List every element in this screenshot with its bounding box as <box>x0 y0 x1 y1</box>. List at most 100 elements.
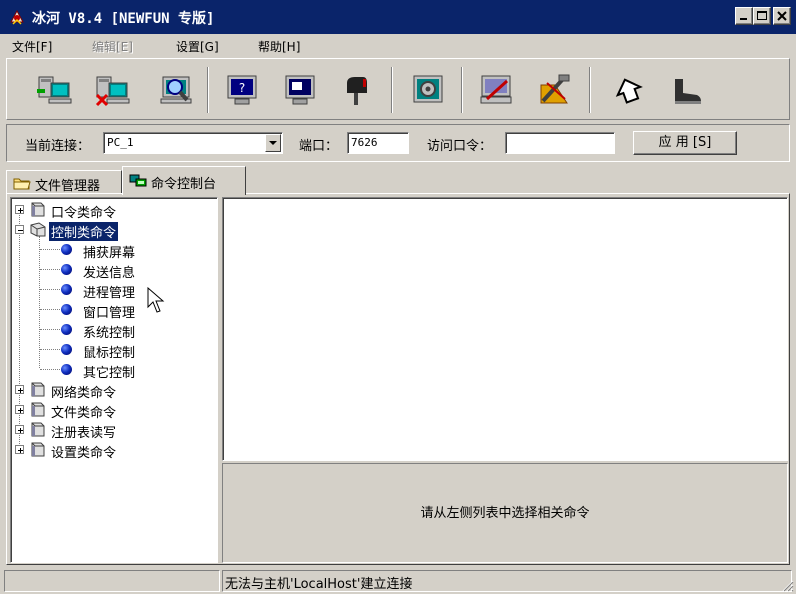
tree-item-process-manager[interactable]: 进程管理 <box>59 281 209 301</box>
mouse-cursor-icon <box>147 287 165 313</box>
toolbar-separator <box>207 67 209 113</box>
tree-node-password-commands[interactable]: 口令类命令 <box>15 201 215 221</box>
help-icon[interactable] <box>611 73 649 107</box>
tab-file-manager[interactable]: 文件管理器 <box>6 170 122 194</box>
server-config-icon[interactable] <box>477 73 515 107</box>
tree-label: 进程管理 <box>83 286 136 301</box>
status-panel-message: 无法与主机'LocalHost'建立连接 <box>222 570 792 592</box>
tree-node-registry[interactable]: 注册表读写 <box>15 421 215 441</box>
tree-connector <box>40 249 60 250</box>
menu-settings[interactable]: 设置[G] <box>176 38 219 55</box>
title-bar[interactable]: 冰河 V8.4 [NEWFUN 专版] <box>0 0 796 34</box>
screen-control-icon[interactable] <box>281 73 319 107</box>
app-icon <box>10 9 24 25</box>
menu-bar: 文件[F] 编辑[E] 设置[G] 帮助[H] <box>0 34 796 56</box>
bullet-icon <box>61 364 72 375</box>
menu-help[interactable]: 帮助[H] <box>258 38 300 55</box>
screen-capture-icon[interactable]: ? <box>223 73 261 107</box>
tree-item-send-message[interactable]: 发送信息 <box>59 261 209 281</box>
tree-label: 发送信息 <box>83 266 136 281</box>
bullet-icon <box>61 264 72 275</box>
bullet-icon <box>61 244 72 255</box>
minimize-icon <box>740 18 747 20</box>
open-book-folder-icon <box>30 222 46 237</box>
maximize-button[interactable] <box>753 7 771 25</box>
port-input[interactable]: 7626 <box>347 132 409 154</box>
tree-item-mouse-control[interactable]: 鼠标控制 <box>59 341 209 361</box>
tree-node-file-commands[interactable]: 文件类命令 <box>15 401 215 421</box>
tree-label: 窗口管理 <box>83 306 136 321</box>
tree-label: 控制类命令 <box>49 222 119 241</box>
tree-node-control-commands[interactable]: 控制类命令 <box>15 221 215 241</box>
status-message: 无法与主机'LocalHost'建立连接 <box>225 577 413 592</box>
host-value: PC_1 <box>107 136 134 149</box>
expand-icon[interactable] <box>15 445 24 454</box>
tree-node-settings-commands[interactable]: 设置类命令 <box>15 441 215 461</box>
tree-label: 鼠标控制 <box>83 346 136 361</box>
folder-icon <box>13 178 31 190</box>
add-host-icon[interactable] <box>35 73 73 107</box>
console-icon <box>129 174 147 187</box>
tab-command-console[interactable]: 命令控制台 <box>122 166 246 195</box>
tree-connector <box>40 349 60 350</box>
bullet-icon <box>61 284 72 295</box>
tree-label: 网络类命令 <box>51 386 117 401</box>
book-folder-icon <box>31 382 45 397</box>
tree-item-system-control[interactable]: 系统控制 <box>59 321 209 341</box>
apply-button[interactable]: 应 用 [S] <box>633 131 737 155</box>
menu-file[interactable]: 文件[F] <box>12 38 52 55</box>
bullet-icon <box>61 304 72 315</box>
password-input[interactable] <box>505 132 615 154</box>
expand-icon[interactable] <box>15 405 24 414</box>
tree-node-network-commands[interactable]: 网络类命令 <box>15 381 215 401</box>
tree-connector <box>40 289 60 290</box>
command-output-area[interactable] <box>222 197 788 461</box>
minimize-button[interactable] <box>735 7 753 25</box>
exit-icon[interactable] <box>667 73 705 107</box>
command-tree[interactable]: 口令类命令 控制类命令 捕获屏幕 发送信息 进程管理 窗口管理 系统控制 鼠标控… <box>10 197 218 563</box>
resize-grip-icon[interactable] <box>780 578 794 592</box>
tab-strip: 文件管理器 命令控制台 <box>6 166 790 195</box>
tree-connector <box>40 329 60 330</box>
close-icon <box>777 11 787 21</box>
settings-icon[interactable] <box>409 73 447 107</box>
tools-icon[interactable] <box>535 73 573 107</box>
tree-item-window-manager[interactable]: 窗口管理 <box>59 301 209 321</box>
tree-label: 注册表读写 <box>51 426 117 441</box>
expand-icon[interactable] <box>15 385 24 394</box>
hint-text: 请从左侧列表中选择相关命令 <box>420 506 590 521</box>
tab-label: 文件管理器 <box>35 179 101 194</box>
status-bar: 无法与主机'LocalHost'建立连接 <box>0 568 796 594</box>
svg-text:?: ? <box>239 81 245 95</box>
chevron-down-icon <box>269 141 277 145</box>
status-panel-left <box>4 570 220 592</box>
toolbar-separator <box>589 67 591 113</box>
expand-icon[interactable] <box>15 205 24 214</box>
close-button[interactable] <box>773 7 791 25</box>
password-label: 访问口令： <box>427 139 493 154</box>
tree-label: 其它控制 <box>83 366 136 381</box>
expand-icon[interactable] <box>15 425 24 434</box>
tab-label: 命令控制台 <box>151 177 217 192</box>
toolbar-separator <box>461 67 463 113</box>
search-host-icon[interactable] <box>157 73 195 107</box>
tree-item-capture-screen[interactable]: 捕获屏幕 <box>59 241 209 261</box>
bullet-icon <box>61 324 72 335</box>
tree-label: 设置类命令 <box>51 446 117 461</box>
tree-label: 口令类命令 <box>51 206 117 221</box>
tree-label: 系统控制 <box>83 326 136 341</box>
menu-edit[interactable]: 编辑[E] <box>92 38 133 55</box>
collapse-icon[interactable] <box>15 225 24 234</box>
host-dropdown-button[interactable] <box>265 134 281 152</box>
tree-item-other-control[interactable]: 其它控制 <box>59 361 209 381</box>
host-combo[interactable]: PC_1 <box>103 132 283 154</box>
tree-connector <box>40 309 60 310</box>
tree-connector <box>40 269 60 270</box>
book-folder-icon <box>31 402 45 417</box>
tree-connector <box>40 369 60 370</box>
port-label: 端口： <box>299 139 339 154</box>
delete-host-icon[interactable] <box>93 73 131 107</box>
toolbar-separator <box>391 67 393 113</box>
maximize-icon <box>757 11 767 20</box>
mailbox-icon[interactable] <box>337 73 375 107</box>
